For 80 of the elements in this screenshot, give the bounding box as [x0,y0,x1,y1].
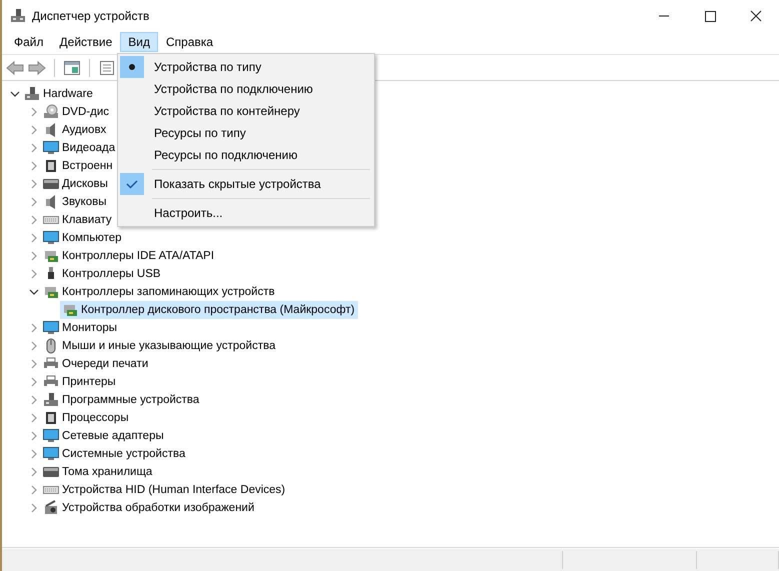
tree-item[interactable]: Очереди печати [41,355,152,373]
menu-item[interactable]: Ресурсы по типу [120,122,372,144]
chevron-right-icon[interactable] [29,143,39,153]
tree-item[interactable]: Контроллер дискового пространства (Майкрософт) [60,301,358,319]
chevron-right-icon[interactable] [29,341,39,351]
chevron-right-icon[interactable] [29,377,39,387]
menu-item[interactable]: Настроить... [120,202,372,224]
tree-item[interactable]: Мониторы [41,319,120,337]
tree-item[interactable]: Дисковы [41,175,111,193]
tree-item[interactable]: Тома хранилища [41,463,156,481]
properties-icon[interactable] [98,60,116,76]
display-icon [43,320,59,336]
tree-item[interactable]: Принтеры [41,373,119,391]
card-icon [43,284,59,300]
tree-item[interactable]: Контроллеры IDE ATA/ATAPI [41,247,218,265]
tree-item[interactable]: Встроенн [41,157,116,175]
chevron-right-icon[interactable] [29,215,39,225]
tree-item[interactable]: Устройства обработки изображений [41,499,258,517]
display-icon [43,446,59,462]
chevron-right-icon[interactable] [29,467,39,477]
tree-item[interactable]: Контроллеры USB [41,265,164,283]
menu-item[interactable]: Ресурсы по подключению [120,144,372,166]
menu-item[interactable]: Устройства по типу [120,56,372,78]
chevron-right-icon[interactable] [29,359,39,369]
tower-icon [24,86,40,102]
chevron-right-icon[interactable] [29,233,39,243]
tree-item[interactable]: Мыши и иные указывающие устройства [41,337,279,355]
tree-item[interactable]: Контроллеры запоминающих устройств [41,283,278,301]
chevron-down-icon[interactable] [10,89,20,99]
tree-item[interactable]: Компьютер [41,229,125,247]
chevron-right-icon[interactable] [29,395,39,405]
tree-item[interactable]: Процессоры [41,409,132,427]
chevron-right-icon[interactable] [29,503,39,513]
tower-icon [43,392,59,408]
back-arrow-icon[interactable] [6,60,24,76]
chevron-right-icon[interactable] [29,251,39,261]
disc-icon [43,104,59,120]
card-icon [43,248,59,264]
menu-item[interactable]: Устройства по контейнеру [120,100,372,122]
chevron-right-icon[interactable] [29,179,39,189]
chip-icon [43,410,59,426]
drive-icon [43,464,59,480]
tree-item[interactable]: Устройства HID (Human Interface Devices) [41,481,288,499]
chevron-right-icon[interactable] [29,323,39,333]
chevron-right-icon[interactable] [29,107,39,117]
tree-item[interactable]: Hardware [22,85,96,103]
device-icon [43,500,59,516]
tree-item[interactable]: Видеоада [41,139,118,157]
chevron-right-icon[interactable] [29,125,39,135]
panel-icon[interactable] [63,60,81,76]
chevron-down-icon[interactable] [29,287,39,297]
chevron-right-icon[interactable] [29,161,39,171]
menu-item[interactable]: Устройства по подключению [120,78,372,100]
window-title: Диспетчер устройств [32,9,150,23]
menu-item[interactable]: Действие [52,32,120,52]
display-icon [43,230,59,246]
forward-arrow-icon[interactable] [28,60,46,76]
tree-item[interactable]: Клавиату [41,211,115,229]
tree-item[interactable]: DVD-дис [41,103,112,121]
tree-item[interactable]: Программные устройства [41,391,202,409]
computer-icon [10,8,26,24]
tree-item[interactable]: Аудиовх [41,121,110,139]
chevron-right-icon[interactable] [29,485,39,495]
chevron-right-icon[interactable] [29,413,39,423]
display-icon [43,428,59,444]
drive-icon [43,176,59,192]
card-icon [62,302,78,318]
chip-icon [43,158,59,174]
menu-item[interactable]: Показать скрытые устройства [120,173,372,195]
display-icon [43,140,59,156]
tree-item[interactable]: Звуковы [41,193,110,211]
menu-item[interactable]: Справка [158,32,222,52]
menu-item[interactable]: Файл [6,32,52,52]
tree-item[interactable]: Системные устройства [41,445,188,463]
chevron-right-icon[interactable] [29,431,39,441]
menu-item[interactable]: Вид [120,32,158,52]
tree-item[interactable]: Сетевые адаптеры [41,427,167,445]
chevron-right-icon[interactable] [29,197,39,207]
chevron-right-icon[interactable] [29,269,39,279]
chevron-right-icon[interactable] [29,449,39,459]
